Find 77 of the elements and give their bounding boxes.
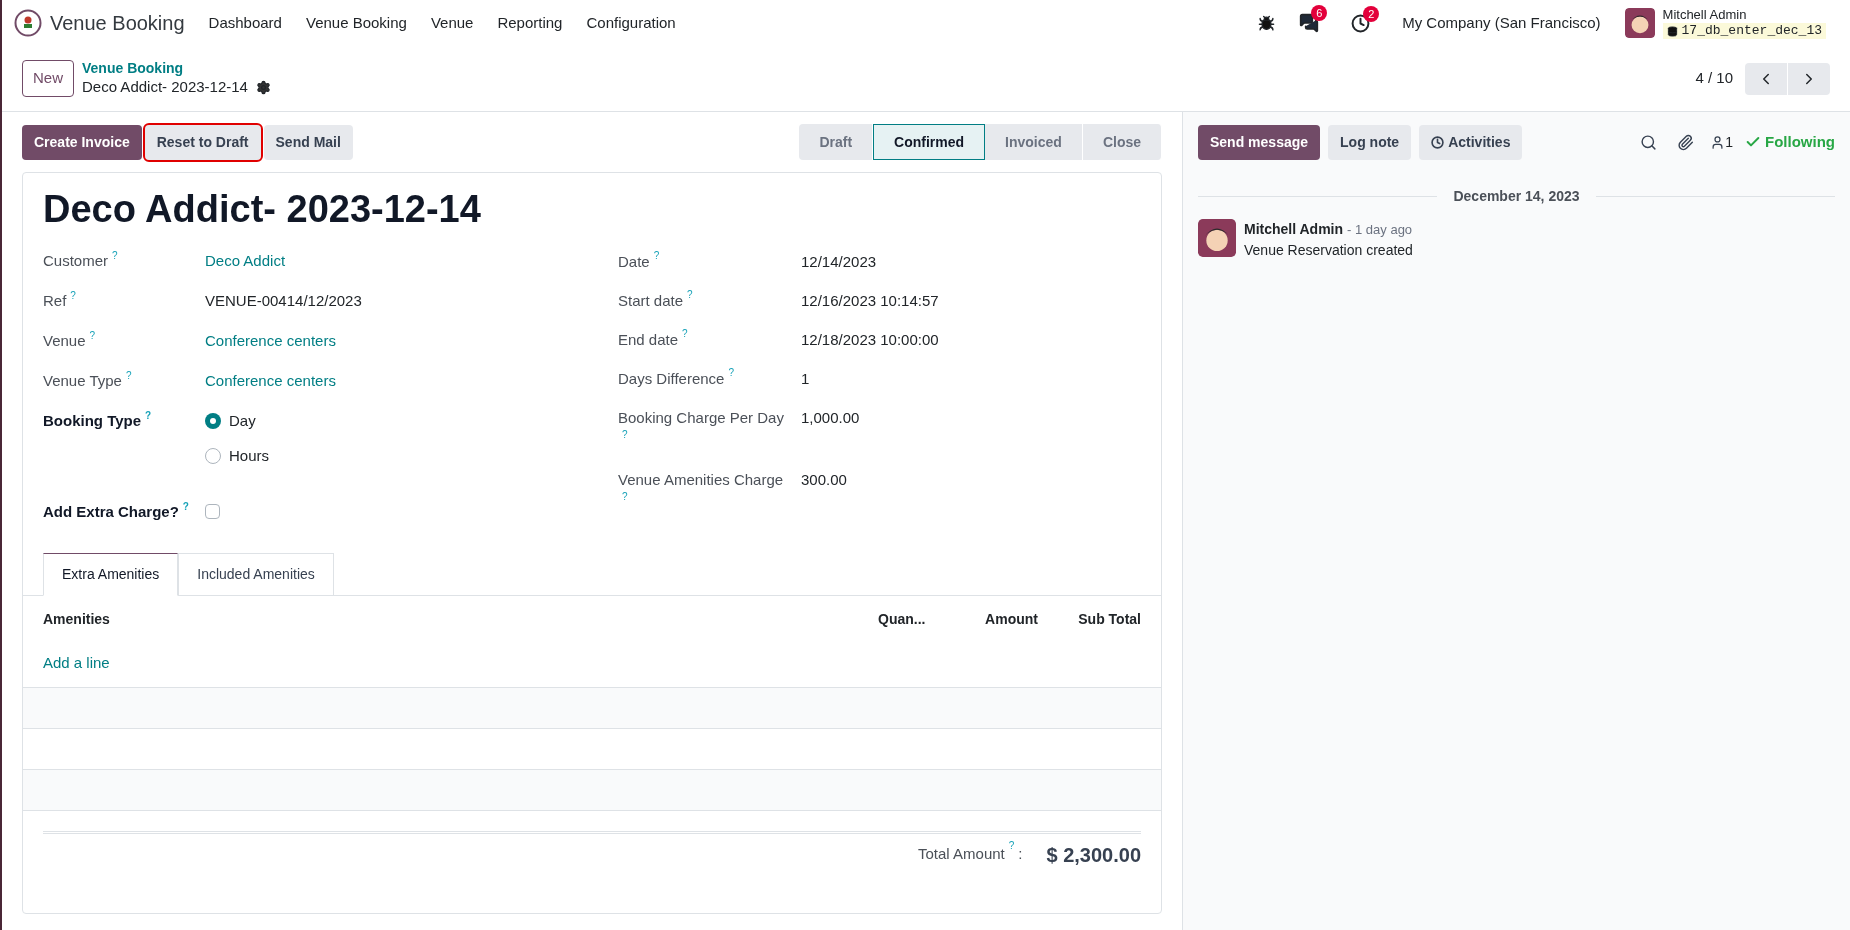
field-value: 12/14/2023	[801, 252, 877, 272]
status-stage[interactable]: Invoiced	[985, 124, 1083, 160]
field-value: 1,000.00	[801, 408, 860, 428]
total-label: Total Amount	[918, 844, 1005, 865]
app-title[interactable]: Venue Booking	[50, 8, 185, 38]
column-header[interactable]: Sub Total	[1066, 609, 1141, 630]
menu-item[interactable]: Venue Booking	[305, 11, 407, 35]
total-amount: $ 2,300.00	[1046, 842, 1141, 868]
field-value: 12/18/2023 10:00:00	[801, 330, 939, 350]
add-line-link[interactable]: Add a line	[43, 654, 110, 671]
menu-item[interactable]: Venue	[430, 11, 474, 35]
field-link[interactable]: Conference centers	[205, 330, 336, 354]
message-author[interactable]: Mitchell Admin	[1244, 219, 1344, 240]
column-header[interactable]: Quan...	[878, 609, 968, 630]
total-colon: :	[1018, 844, 1023, 865]
record-title: Deco Addict- 2023-12-14	[42, 187, 482, 232]
avatar-icon	[1198, 219, 1236, 257]
column-header[interactable]: Amount	[968, 609, 1038, 630]
field-label: Customer ?	[43, 250, 119, 271]
search-icon[interactable]	[1640, 133, 1658, 151]
new-button[interactable]: New	[22, 60, 74, 97]
field-value: 1	[801, 369, 810, 389]
breadcrumb-link[interactable]: Venue Booking	[82, 60, 271, 78]
notification-badge: 2	[1363, 5, 1380, 22]
app-logo-icon[interactable]	[14, 9, 42, 37]
action-button[interactable]: Send Mail	[263, 124, 353, 160]
avatar-icon	[1624, 8, 1655, 38]
field-value: 300.00	[801, 470, 847, 490]
field-label: Venue ?	[43, 330, 97, 351]
status-stage[interactable]: Draft	[799, 124, 874, 160]
person-icon[interactable]	[1710, 134, 1726, 150]
field-link[interactable]: Deco Addict	[205, 250, 286, 274]
notebook-tab[interactable]: Included Amenities	[178, 553, 334, 596]
field-link[interactable]: Conference centers	[205, 370, 336, 394]
field-label: Booking Charge Per Day ?	[618, 408, 785, 443]
field-label: Ref ?	[43, 290, 77, 311]
date-separator: December 14, 2023	[1452, 187, 1581, 206]
radio-label[interactable]: Day	[229, 410, 256, 433]
action-button[interactable]: Reset to Draft	[144, 124, 261, 160]
chatter-button[interactable]: Log note	[1328, 124, 1412, 160]
checkbox[interactable]	[205, 504, 220, 519]
menu-item[interactable]: Dashboard	[208, 11, 282, 35]
field-label: Add Extra Charge? ?	[43, 501, 190, 522]
field-label: End date ?	[618, 328, 689, 350]
notebook-tab[interactable]: Extra Amenities	[43, 553, 179, 596]
field-label: Date ?	[618, 250, 661, 272]
radio-button[interactable]	[205, 413, 221, 430]
database-name: 17_db_enter_dec_13	[1662, 23, 1826, 40]
field-value: 12/16/2023 10:14:57	[801, 291, 939, 311]
settings-icon[interactable]	[255, 79, 271, 95]
menu-item[interactable]: Reporting	[497, 11, 563, 35]
follower-count[interactable]: 1	[1725, 131, 1733, 153]
paperclip-icon[interactable]	[1677, 133, 1695, 151]
database-icon	[1666, 25, 1678, 37]
notification-badge: 6	[1311, 5, 1328, 21]
field-label: Start date ?	[618, 289, 694, 311]
column-header[interactable]: Amenities	[43, 609, 878, 630]
company-switcher[interactable]: My Company (San Francisco)	[1402, 11, 1601, 35]
field-label: Venue Amenities Charge ?	[618, 470, 785, 505]
chatter-button[interactable]: Activities	[1419, 124, 1523, 160]
radio-label[interactable]: Hours	[229, 444, 269, 467]
message-time: - 1 day ago	[1347, 221, 1413, 239]
status-stage[interactable]: Confirmed	[873, 124, 986, 160]
clock-icon	[1431, 135, 1445, 149]
action-button[interactable]: Create Invoice	[22, 124, 142, 160]
bug-icon[interactable]	[1258, 14, 1276, 32]
field-label: Booking Type ?	[43, 410, 153, 431]
field-label: Days Difference ?	[618, 367, 735, 389]
message-body: Venue Reservation created	[1244, 241, 1413, 260]
pager-counter[interactable]: 4 / 10	[1695, 67, 1733, 90]
status-stage[interactable]: Close	[1082, 124, 1162, 160]
menu-item[interactable]: Configuration	[586, 11, 676, 35]
record-name: Deco Addict- 2023-12-14	[82, 77, 248, 97]
field-label: Venue Type ?	[43, 370, 133, 391]
field-value: VENUE-00414/12/2023	[205, 291, 362, 311]
chatter-button[interactable]: Send message	[1198, 124, 1321, 160]
user-name[interactable]: Mitchell Admin	[1662, 6, 1826, 23]
